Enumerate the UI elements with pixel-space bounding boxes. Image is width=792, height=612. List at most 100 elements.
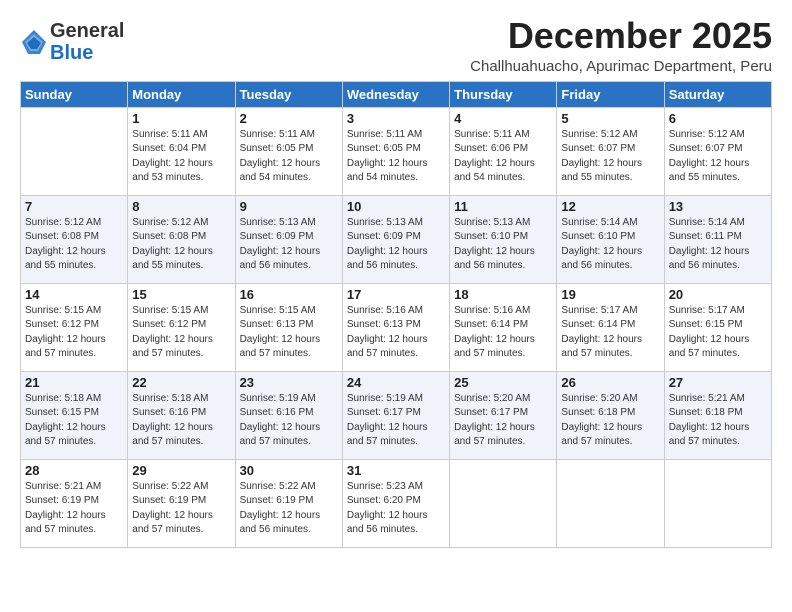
- day-info: Sunrise: 5:20 AM Sunset: 6:18 PM Dayligh…: [561, 392, 659, 450]
- day-info: Sunrise: 5:19 AM Sunset: 6:17 PM Dayligh…: [347, 392, 445, 450]
- day-number: 27: [669, 375, 767, 390]
- day-number: 31: [347, 463, 445, 478]
- day-info: Sunrise: 5:15 AM Sunset: 6:13 PM Dayligh…: [240, 304, 338, 362]
- calendar-cell: 1 Sunrise: 5:11 AM Sunset: 6:04 PM Daylig…: [128, 107, 235, 195]
- logo-text: General Blue: [50, 20, 124, 64]
- calendar-cell: 15Sunrise: 5:15 AM Sunset: 6:12 PM Dayli…: [128, 283, 235, 371]
- calendar-cell: 5 Sunrise: 5:12 AM Sunset: 6:07 PM Daylig…: [557, 107, 664, 195]
- calendar-cell: 19Sunrise: 5:17 AM Sunset: 6:14 PM Dayli…: [557, 283, 664, 371]
- calendar-week-row: 7 Sunrise: 5:12 AM Sunset: 6:08 PM Daylig…: [21, 195, 772, 283]
- day-info: Sunrise: 5:16 AM Sunset: 6:14 PM Dayligh…: [454, 304, 552, 362]
- day-number: 13: [669, 199, 767, 214]
- calendar-cell: 20 Sunrise: 5:17 AM Sunset: 6:15 PM Dayli…: [664, 283, 771, 371]
- day-info: Sunrise: 5:13 AM Sunset: 6:10 PM Dayligh…: [454, 216, 552, 274]
- page: General Blue December 2025 Challhuahuach…: [0, 0, 792, 558]
- weekday-header: Monday: [128, 81, 235, 107]
- calendar-cell: 10Sunrise: 5:13 AM Sunset: 6:09 PM Dayli…: [342, 195, 449, 283]
- calendar-cell: 17 Sunrise: 5:16 AM Sunset: 6:13 PM Dayli…: [342, 283, 449, 371]
- day-info: Sunrise: 5:18 AM Sunset: 6:16 PM Dayligh…: [132, 392, 230, 450]
- day-info: Sunrise: 5:11 AM Sunset: 6:04 PM Dayligh…: [132, 128, 230, 186]
- month-title: December 2025: [470, 16, 772, 56]
- day-number: 9: [240, 199, 338, 214]
- calendar-cell: 28Sunrise: 5:21 AM Sunset: 6:19 PM Dayli…: [21, 459, 128, 547]
- day-number: 25: [454, 375, 552, 390]
- day-info: Sunrise: 5:12 AM Sunset: 6:08 PM Dayligh…: [25, 216, 123, 274]
- calendar-cell: 18 Sunrise: 5:16 AM Sunset: 6:14 PM Dayli…: [450, 283, 557, 371]
- day-number: 2: [240, 111, 338, 126]
- calendar-week-row: 28Sunrise: 5:21 AM Sunset: 6:19 PM Dayli…: [21, 459, 772, 547]
- day-info: Sunrise: 5:12 AM Sunset: 6:08 PM Dayligh…: [132, 216, 230, 274]
- day-number: 28: [25, 463, 123, 478]
- calendar-header-row: SundayMondayTuesdayWednesdayThursdayFrid…: [21, 81, 772, 107]
- day-number: 6: [669, 111, 767, 126]
- day-info: Sunrise: 5:19 AM Sunset: 6:16 PM Dayligh…: [240, 392, 338, 450]
- title-area: December 2025 Challhuahuacho, Apurimac D…: [470, 16, 772, 75]
- day-info: Sunrise: 5:12 AM Sunset: 6:07 PM Dayligh…: [669, 128, 767, 186]
- day-number: 30: [240, 463, 338, 478]
- day-info: Sunrise: 5:17 AM Sunset: 6:14 PM Dayligh…: [561, 304, 659, 362]
- day-number: 15: [132, 287, 230, 302]
- day-number: 10: [347, 199, 445, 214]
- day-number: 5: [561, 111, 659, 126]
- calendar-cell: 16Sunrise: 5:15 AM Sunset: 6:13 PM Dayli…: [235, 283, 342, 371]
- calendar-week-row: 14 Sunrise: 5:15 AM Sunset: 6:12 PM Dayli…: [21, 283, 772, 371]
- day-number: 20: [669, 287, 767, 302]
- calendar-week-row: 1 Sunrise: 5:11 AM Sunset: 6:04 PM Daylig…: [21, 107, 772, 195]
- calendar-cell: [557, 459, 664, 547]
- day-info: Sunrise: 5:11 AM Sunset: 6:05 PM Dayligh…: [347, 128, 445, 186]
- calendar-cell: 13 Sunrise: 5:14 AM Sunset: 6:11 PM Dayli…: [664, 195, 771, 283]
- day-number: 22: [132, 375, 230, 390]
- day-info: Sunrise: 5:17 AM Sunset: 6:15 PM Dayligh…: [669, 304, 767, 362]
- day-info: Sunrise: 5:12 AM Sunset: 6:07 PM Dayligh…: [561, 128, 659, 186]
- calendar-cell: 14 Sunrise: 5:15 AM Sunset: 6:12 PM Dayli…: [21, 283, 128, 371]
- day-info: Sunrise: 5:23 AM Sunset: 6:20 PM Dayligh…: [347, 480, 445, 538]
- calendar-cell: 12 Sunrise: 5:14 AM Sunset: 6:10 PM Dayli…: [557, 195, 664, 283]
- day-info: Sunrise: 5:14 AM Sunset: 6:10 PM Dayligh…: [561, 216, 659, 274]
- day-number: 26: [561, 375, 659, 390]
- calendar-cell: 11 Sunrise: 5:13 AM Sunset: 6:10 PM Dayli…: [450, 195, 557, 283]
- day-number: 24: [347, 375, 445, 390]
- calendar-week-row: 21 Sunrise: 5:18 AM Sunset: 6:15 PM Dayli…: [21, 371, 772, 459]
- calendar-cell: 3Sunrise: 5:11 AM Sunset: 6:05 PM Daylig…: [342, 107, 449, 195]
- calendar-cell: 4 Sunrise: 5:11 AM Sunset: 6:06 PM Daylig…: [450, 107, 557, 195]
- day-info: Sunrise: 5:16 AM Sunset: 6:13 PM Dayligh…: [347, 304, 445, 362]
- weekday-header: Wednesday: [342, 81, 449, 107]
- calendar-cell: 8 Sunrise: 5:12 AM Sunset: 6:08 PM Daylig…: [128, 195, 235, 283]
- day-info: Sunrise: 5:18 AM Sunset: 6:15 PM Dayligh…: [25, 392, 123, 450]
- day-info: Sunrise: 5:13 AM Sunset: 6:09 PM Dayligh…: [240, 216, 338, 274]
- calendar-cell: 27 Sunrise: 5:21 AM Sunset: 6:18 PM Dayli…: [664, 371, 771, 459]
- weekday-header: Friday: [557, 81, 664, 107]
- day-number: 29: [132, 463, 230, 478]
- day-number: 18: [454, 287, 552, 302]
- day-info: Sunrise: 5:11 AM Sunset: 6:06 PM Dayligh…: [454, 128, 552, 186]
- day-number: 1: [132, 111, 230, 126]
- day-info: Sunrise: 5:15 AM Sunset: 6:12 PM Dayligh…: [25, 304, 123, 362]
- calendar-cell: 2Sunrise: 5:11 AM Sunset: 6:05 PM Daylig…: [235, 107, 342, 195]
- day-number: 8: [132, 199, 230, 214]
- day-number: 7: [25, 199, 123, 214]
- day-number: 11: [454, 199, 552, 214]
- day-number: 21: [25, 375, 123, 390]
- day-number: 14: [25, 287, 123, 302]
- calendar-cell: [21, 107, 128, 195]
- day-number: 12: [561, 199, 659, 214]
- day-info: Sunrise: 5:22 AM Sunset: 6:19 PM Dayligh…: [240, 480, 338, 538]
- calendar-cell: 24 Sunrise: 5:19 AM Sunset: 6:17 PM Dayli…: [342, 371, 449, 459]
- day-info: Sunrise: 5:21 AM Sunset: 6:18 PM Dayligh…: [669, 392, 767, 450]
- calendar-cell: [450, 459, 557, 547]
- weekday-header: Saturday: [664, 81, 771, 107]
- calendar-cell: 7 Sunrise: 5:12 AM Sunset: 6:08 PM Daylig…: [21, 195, 128, 283]
- logo: General Blue: [20, 20, 124, 64]
- day-info: Sunrise: 5:14 AM Sunset: 6:11 PM Dayligh…: [669, 216, 767, 274]
- day-number: 17: [347, 287, 445, 302]
- calendar-cell: 30 Sunrise: 5:22 AM Sunset: 6:19 PM Dayli…: [235, 459, 342, 547]
- calendar-cell: [664, 459, 771, 547]
- logo-icon: [20, 28, 48, 56]
- calendar-cell: 9 Sunrise: 5:13 AM Sunset: 6:09 PM Daylig…: [235, 195, 342, 283]
- day-number: 4: [454, 111, 552, 126]
- calendar-cell: 31 Sunrise: 5:23 AM Sunset: 6:20 PM Dayli…: [342, 459, 449, 547]
- calendar: SundayMondayTuesdayWednesdayThursdayFrid…: [20, 81, 772, 548]
- calendar-cell: 26 Sunrise: 5:20 AM Sunset: 6:18 PM Dayli…: [557, 371, 664, 459]
- calendar-cell: 29Sunrise: 5:22 AM Sunset: 6:19 PM Dayli…: [128, 459, 235, 547]
- calendar-cell: 6 Sunrise: 5:12 AM Sunset: 6:07 PM Daylig…: [664, 107, 771, 195]
